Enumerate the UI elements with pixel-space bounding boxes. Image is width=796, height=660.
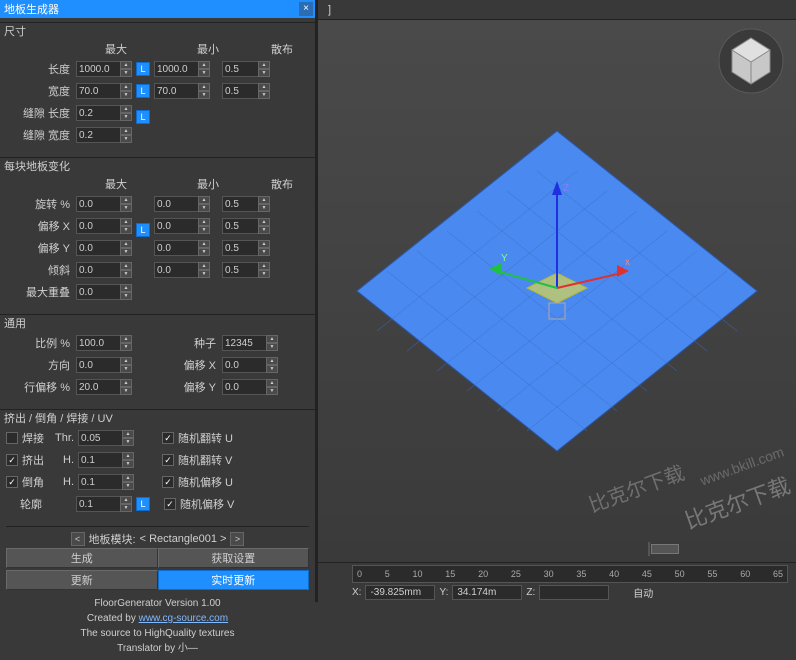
tilt-label: 倾斜 (6, 262, 76, 278)
flip-v-checkbox[interactable]: ✓ (162, 454, 174, 466)
length-max-spinner[interactable] (76, 61, 132, 77)
titlebar[interactable]: 地板生成器 × (0, 0, 315, 18)
extrude-checkbox[interactable]: ✓ (6, 454, 18, 466)
coord-z[interactable] (539, 585, 609, 600)
footer: FloorGenerator Version 1.00 Created by w… (0, 592, 315, 660)
lock-button[interactable]: L (136, 497, 150, 511)
module-value: < Rectangle001 > (140, 533, 227, 545)
gap-length-spinner[interactable] (76, 105, 132, 121)
svg-text:Y: Y (501, 253, 508, 264)
lock-button[interactable]: L (136, 110, 150, 124)
gap-width-label: 缝隙 宽度 (6, 127, 76, 143)
section-size-title: 尺寸 (2, 26, 28, 38)
overlap-label: 最大重叠 (6, 284, 76, 300)
watermark: 比克尔下载 (584, 457, 688, 518)
viewport-bottom: 05101520253035404550556065 X: -39.825mm … (318, 562, 796, 602)
prev-module-button[interactable]: < (71, 532, 85, 546)
timeline[interactable]: 05101520253035404550556065 (352, 565, 788, 583)
section-variation-title: 每块地板变化 (2, 161, 72, 173)
viewport-header: ] (318, 0, 796, 20)
width-label: 宽度 (6, 83, 76, 99)
generate-button[interactable]: 生成 (6, 548, 158, 568)
gap-width-spinner[interactable] (76, 127, 132, 143)
length-min-spinner[interactable] (154, 61, 210, 77)
width-max-spinner[interactable] (76, 83, 132, 99)
timeline-scrollbar[interactable] (648, 542, 650, 556)
viewport-3d[interactable]: Z x Y 比克尔下载 www.bkill.com 比克尔下载 (318, 20, 796, 562)
section-size: 尺寸 最大 最小 散布 长度 L 宽度 L 缝隙 长度 (0, 22, 315, 153)
statusbar: X: -39.825mm Y: 34.174m Z: 自动 (318, 583, 796, 601)
svg-text:Z: Z (563, 183, 569, 194)
length-label: 长度 (6, 61, 76, 77)
off-u-checkbox[interactable]: ✓ (162, 476, 174, 488)
coord-x[interactable]: -39.825mm (365, 585, 435, 600)
section-extrude: 挤出 / 倒角 / 焊接 / UV 焊接 Thr. ✓ 随机翻转 U ✓ 挤出 … (0, 409, 315, 522)
rotate-label: 旋转 % (6, 196, 76, 212)
get-settings-button[interactable]: 获取设置 (158, 548, 310, 568)
col-spread: 散布 (258, 41, 306, 57)
viewcube-icon[interactable] (718, 28, 784, 94)
flip-u-checkbox[interactable]: ✓ (162, 432, 174, 444)
width-spread-spinner[interactable] (222, 83, 270, 99)
col-min: 最小 (178, 41, 238, 57)
next-module-button[interactable]: > (230, 532, 244, 546)
down-icon[interactable] (120, 69, 132, 77)
up-icon[interactable] (120, 61, 132, 69)
svg-text:x: x (625, 257, 630, 268)
lock-button[interactable]: L (136, 84, 150, 98)
window-title: 地板生成器 (4, 1, 59, 17)
realtime-update-button[interactable]: 实时更新 (158, 570, 310, 590)
section-general: 通用 比例 % 种子 方向 偏移 X 行偏移 % 偏移 Y (0, 314, 315, 405)
update-button[interactable]: 更新 (6, 570, 158, 590)
move-gizmo-icon[interactable]: Z x Y (477, 173, 637, 333)
floor-generator-panel: 地板生成器 × 尺寸 最大 最小 散布 长度 L 宽度 L (0, 0, 315, 602)
offset-y-label: 偏移 Y (6, 240, 76, 256)
off-v-checkbox[interactable]: ✓ (164, 498, 176, 510)
chamfer-checkbox[interactable]: ✓ (6, 476, 18, 488)
length-spread-spinner[interactable] (222, 61, 270, 77)
lock-button[interactable]: L (136, 223, 150, 237)
viewport: ] Z (318, 0, 796, 602)
close-icon[interactable]: × (299, 2, 313, 16)
source-link[interactable]: www.cg-source.com (139, 613, 228, 624)
coord-y[interactable]: 34.174m (452, 585, 522, 600)
lock-button[interactable]: L (136, 62, 150, 76)
width-min-spinner[interactable] (154, 83, 210, 99)
gap-length-label: 缝隙 长度 (6, 105, 76, 121)
scrollbar-thumb[interactable] (651, 544, 679, 554)
watermark: 比克尔下载 (680, 468, 794, 536)
section-variation: 每块地板变化 最大 最小 散布 旋转 % 偏移 X L 偏移 Y (0, 157, 315, 310)
col-max: 最大 (86, 41, 146, 57)
offset-x-label: 偏移 X (6, 218, 76, 234)
weld-checkbox[interactable] (6, 432, 18, 444)
